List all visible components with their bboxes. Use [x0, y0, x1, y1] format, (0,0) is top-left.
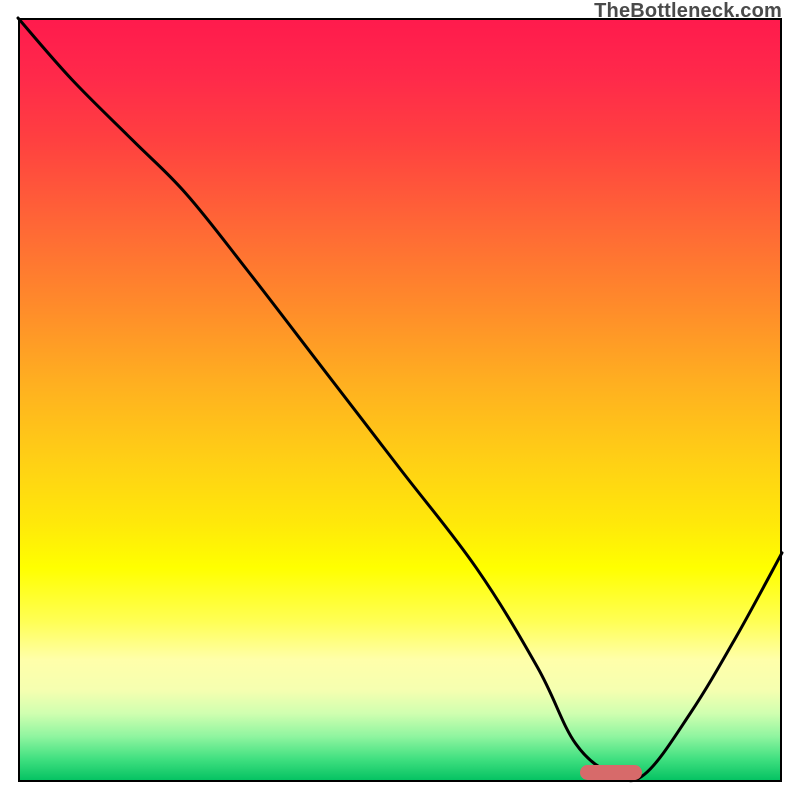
watermark-text: TheBottleneck.com	[594, 0, 782, 23]
optimal-range-marker	[580, 765, 642, 780]
chart-line	[18, 18, 782, 782]
chart-canvas: TheBottleneck.com	[0, 0, 800, 800]
